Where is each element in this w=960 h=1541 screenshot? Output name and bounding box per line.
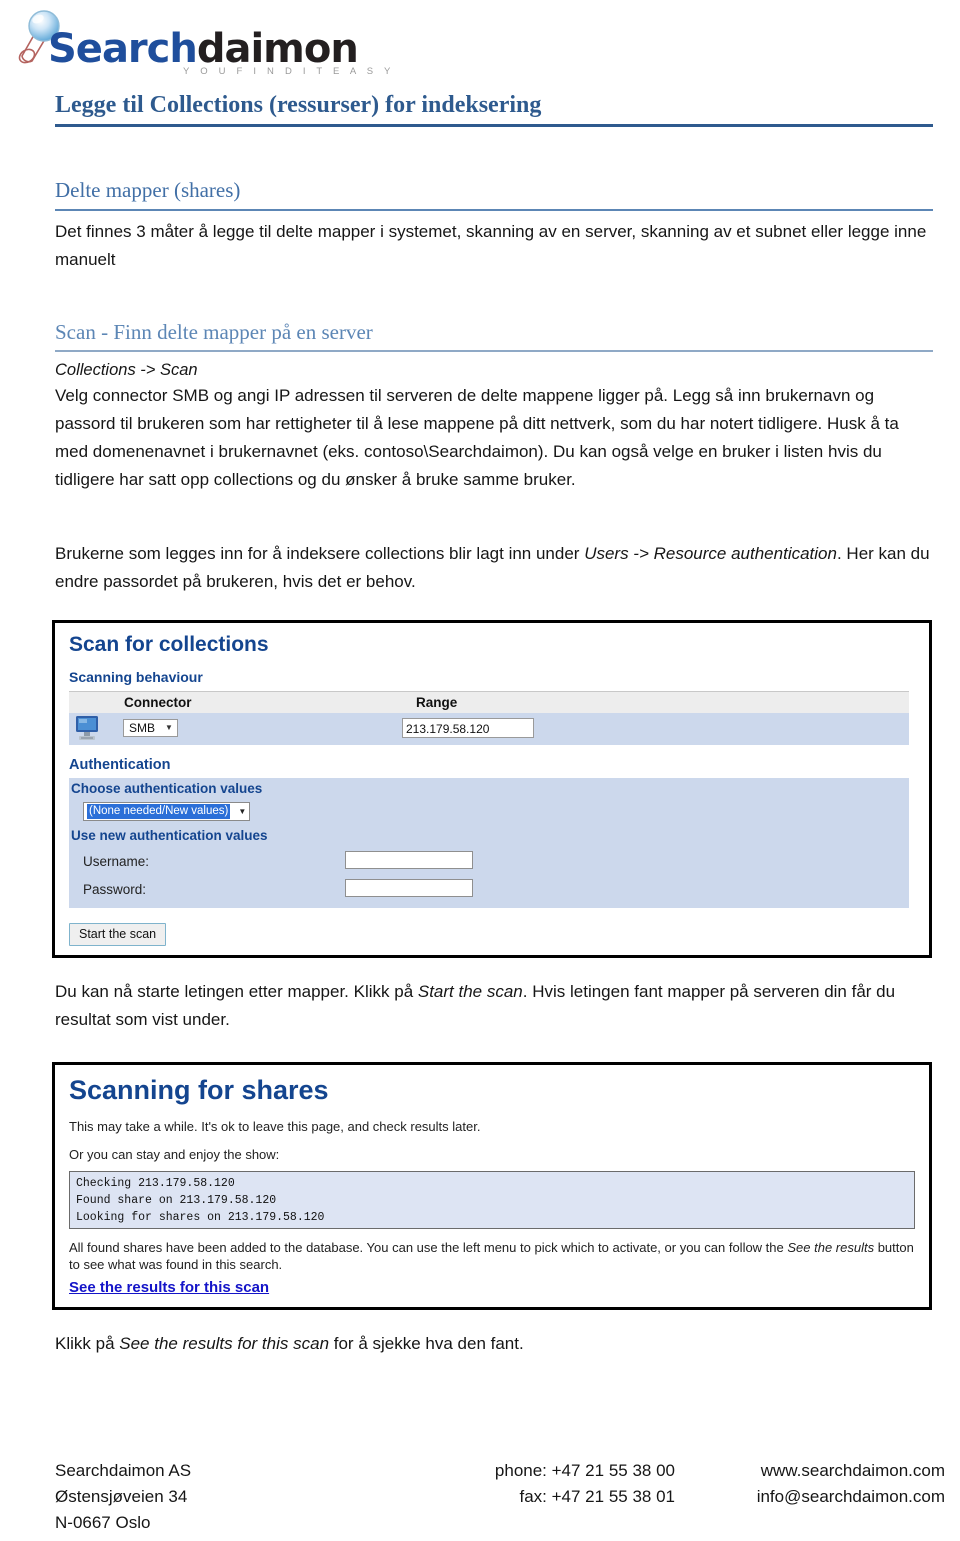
logo-tagline: Y O U F I N D I T E A S Y	[183, 66, 395, 77]
shares-note-line-1: This may take a while. It's ok to leave …	[69, 1119, 481, 1134]
auth-values-selected-option: (None needed/New values)	[87, 804, 231, 819]
footer-website: www.searchdaimon.com	[760, 1461, 945, 1480]
result-note-emphasis: See the results	[787, 1240, 875, 1255]
footer-spacer	[675, 1510, 945, 1536]
log-line: Looking for shares on 213.179.58.120	[76, 1211, 325, 1224]
username-label: Username:	[83, 854, 150, 869]
final-caption-part-b: for å sjekke hva den fant.	[329, 1334, 524, 1353]
start-caption-emphasis: Start the scan	[417, 982, 523, 1001]
choose-auth-label: Choose authentication values	[71, 781, 263, 796]
footer-email: info@searchdaimon.com	[756, 1487, 945, 1506]
final-caption-part-a: Klikk på	[55, 1334, 120, 1353]
paragraph-users-note: Brukerne som legges inn for å indeksere …	[55, 540, 935, 596]
connector-select-value: SMB	[129, 721, 156, 735]
scan-log-output: Checking 213.179.58.120 Found share on 2…	[69, 1171, 915, 1229]
password-label: Password:	[83, 882, 147, 897]
see-results-link[interactable]: See the results for this scan	[69, 1279, 269, 1296]
connector-table-header: Connector Range	[69, 691, 909, 713]
shares-note-line-2: Or you can stay and enjoy the show:	[69, 1147, 280, 1162]
log-line: Checking 213.179.58.120	[76, 1177, 235, 1190]
scanning-behaviour-heading: Scanning behaviour	[69, 669, 203, 685]
connector-table-row: SMB ▼ 213.179.58.120	[69, 713, 909, 745]
section-divider-scan	[55, 350, 933, 352]
title-divider	[55, 124, 933, 127]
users-note-emphasis: Users -> Resource authentication	[584, 544, 837, 563]
footer-company: Searchdaimon AS	[55, 1461, 192, 1480]
footer-row: Østensjøveien 34 fax: +47 21 55 38 01 in…	[55, 1484, 945, 1510]
column-header-connector: Connector	[124, 695, 192, 710]
paragraph-final-caption: Klikk på See the results for this scan f…	[55, 1330, 935, 1358]
section-heading-shares: Delte mapper (shares)	[55, 178, 241, 202]
footer-street: Østensjøveien 34	[55, 1487, 188, 1506]
paragraph-scan-instructions: Velg connector SMB og angi IP adressen t…	[55, 386, 899, 489]
users-note-part-a: Brukerne som legges inn for å indeksere …	[55, 544, 585, 563]
section-heading-scan: Scan - Finn delte mapper på en server	[55, 320, 373, 344]
result-note-part-a: All found shares have been added to the …	[69, 1240, 788, 1255]
start-the-scan-button[interactable]: Start the scan	[69, 923, 167, 946]
authentication-heading: Authentication	[69, 757, 171, 773]
column-header-range: Range	[416, 695, 458, 710]
log-line: Found share on 213.179.58.120	[76, 1194, 277, 1207]
section-divider-shares	[55, 209, 933, 211]
use-new-auth-label: Use new authentication values	[71, 828, 268, 843]
screenshot-scan-for-collections: Scan for collections Scanning behaviour …	[52, 620, 932, 958]
footer-fax: fax: +47 21 55 38 01	[519, 1487, 676, 1506]
breadcrumb: Collections -> Scan	[55, 361, 198, 379]
paragraph-intro: Det finnes 3 måter å legge til delte map…	[55, 222, 927, 269]
footer-spacer	[385, 1510, 675, 1536]
final-caption-emphasis: See the results for this scan	[119, 1334, 330, 1353]
chevron-down-icon: ▼	[165, 723, 173, 732]
screenshot-scanning-for-shares: Scanning for shares This may take a whil…	[52, 1062, 932, 1310]
footer-row: Searchdaimon AS phone: +47 21 55 38 00 w…	[55, 1458, 945, 1484]
username-input[interactable]	[345, 851, 473, 869]
paragraph-start-scan-caption: Du kan nå starte letingen etter mapper. …	[55, 978, 935, 1034]
footer-row: N-0667 Oslo	[55, 1510, 945, 1536]
authentication-section: Choose authentication values (None neede…	[69, 778, 909, 908]
brand-logo: Searchdaimon Y O U F I N D I T E A S Y	[8, 6, 390, 80]
start-caption-part-a: Du kan nå starte letingen etter mapper. …	[55, 982, 418, 1001]
footer-city: N-0667 Oslo	[55, 1513, 151, 1532]
page-title: Legge til Collections (ressurser) for in…	[55, 92, 542, 118]
scan-panel-title: Scan for collections	[69, 633, 269, 656]
footer-phone: phone: +47 21 55 38 00	[494, 1461, 675, 1480]
page-footer: Searchdaimon AS phone: +47 21 55 38 00 w…	[55, 1458, 945, 1536]
computer-monitor-icon	[76, 716, 98, 740]
chevron-down-icon: ▼	[238, 807, 247, 816]
range-input[interactable]: 213.179.58.120	[402, 718, 534, 738]
connector-select[interactable]: SMB ▼	[123, 719, 178, 737]
shares-result-note: All found shares have been added to the …	[69, 1239, 919, 1273]
auth-values-select[interactable]: (None needed/New values) ▼	[83, 802, 251, 821]
shares-panel-title: Scanning for shares	[69, 1075, 329, 1105]
password-input[interactable]	[345, 879, 473, 897]
logo-word-search: Search	[48, 26, 198, 72]
